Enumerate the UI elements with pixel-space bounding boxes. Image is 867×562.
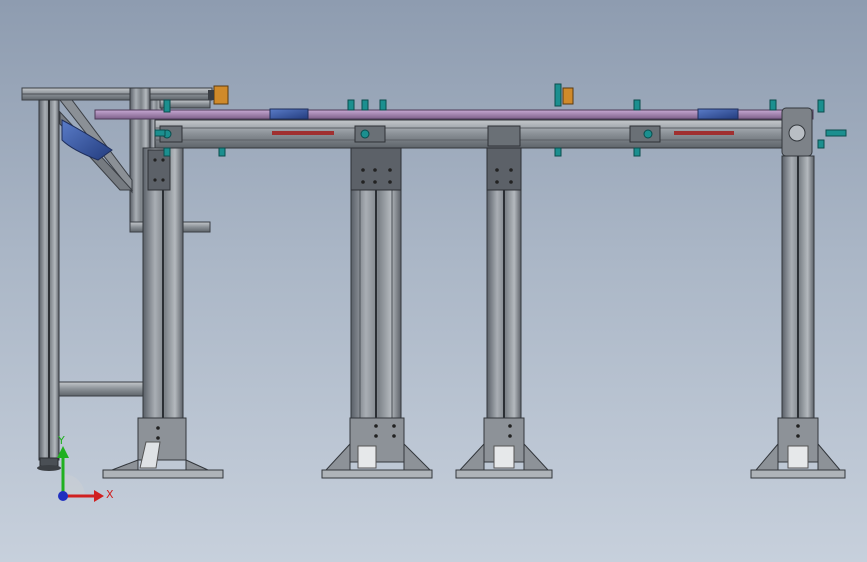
support-leg-1[interactable] <box>102 147 224 479</box>
axis-triad: Y X <box>40 434 120 508</box>
graphics-viewport[interactable]: Y X <box>0 0 867 562</box>
conveyor-beam[interactable] <box>94 107 814 157</box>
conveyor-model[interactable] <box>0 0 867 562</box>
y-axis-label: Y <box>58 434 65 447</box>
support-leg-3[interactable] <box>455 147 553 479</box>
x-axis-label: X <box>106 488 114 501</box>
support-leg-4[interactable] <box>750 155 846 479</box>
origin-point <box>58 491 68 501</box>
support-leg-2[interactable] <box>321 147 433 479</box>
